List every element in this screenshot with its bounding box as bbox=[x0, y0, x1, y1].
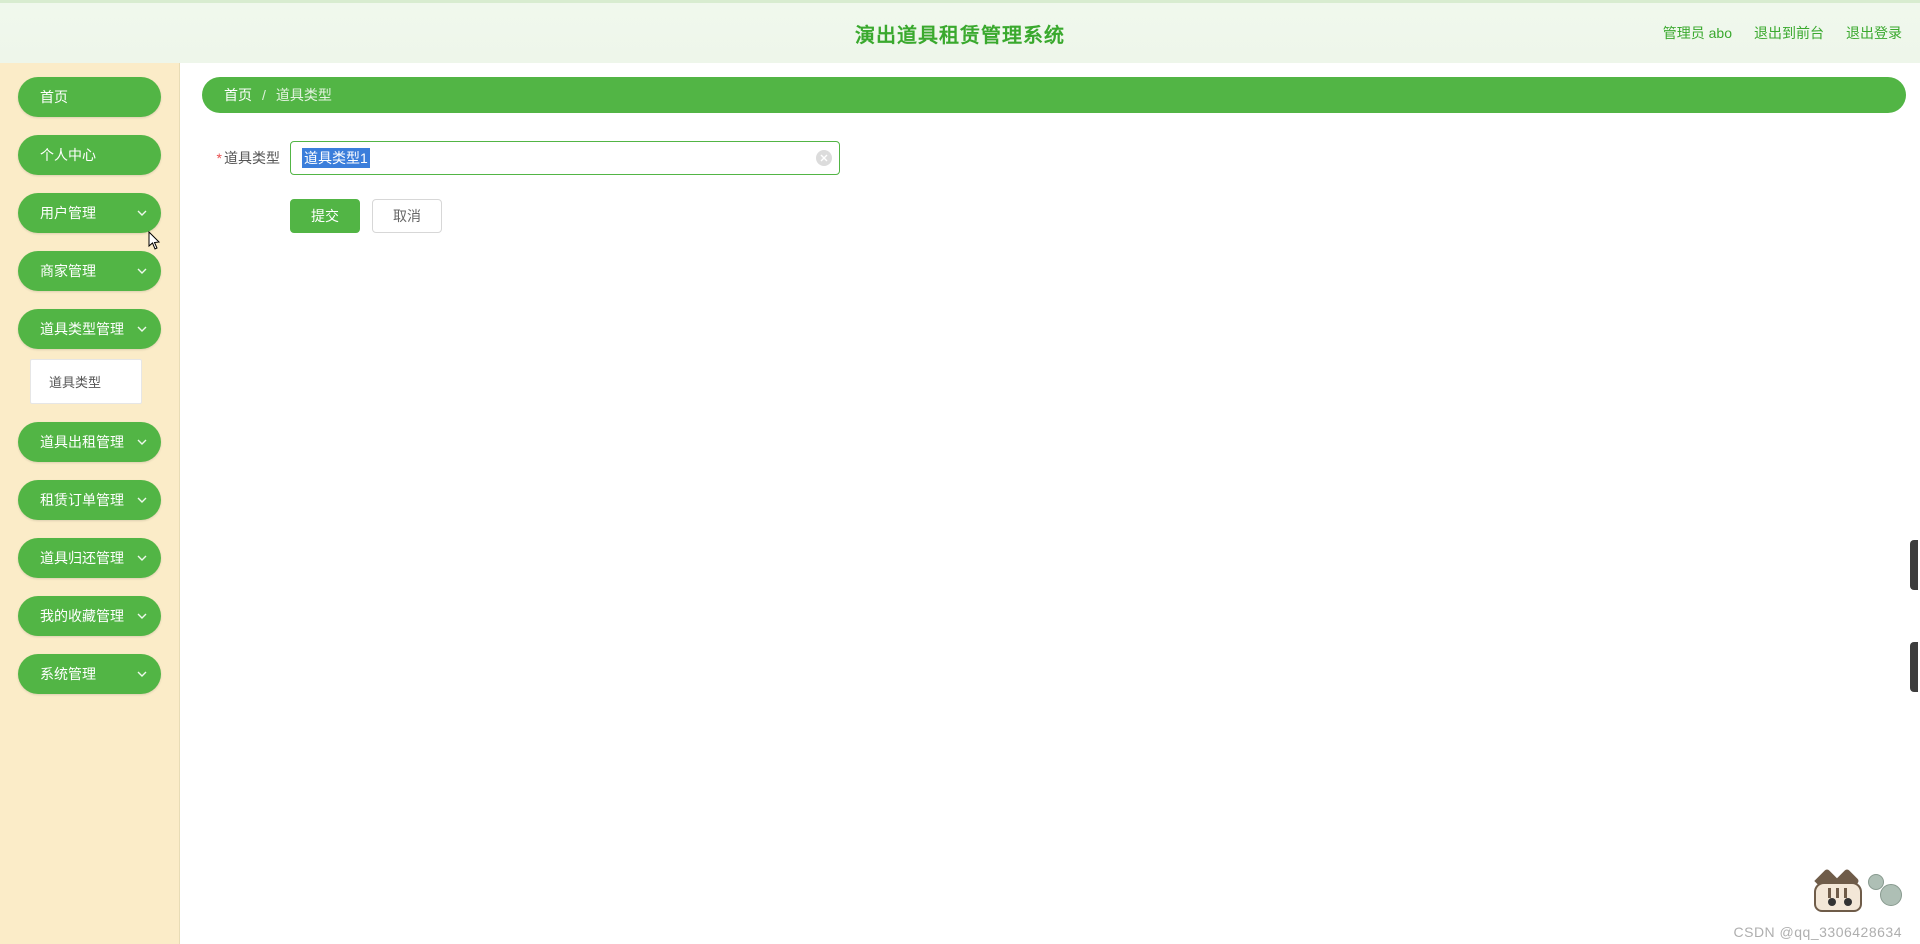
form-label-prop-type: * 道具类型 bbox=[208, 148, 280, 168]
sidebar-item-system[interactable]: 系统管理 bbox=[18, 654, 161, 694]
label-text: 道具类型 bbox=[224, 148, 280, 168]
sidebar-subpanel-prop-types: 道具类型 bbox=[30, 359, 142, 404]
breadcrumb: 首页 / 道具类型 bbox=[202, 77, 1906, 113]
watermark-text: CSDN @qq_3306428634 bbox=[1734, 924, 1903, 940]
sidebar-item-profile[interactable]: 个人中心 bbox=[18, 135, 161, 175]
form-buttons: 提交 取消 bbox=[290, 199, 1906, 233]
rail-handle[interactable] bbox=[1910, 642, 1918, 692]
required-mark: * bbox=[217, 150, 222, 166]
breadcrumb-current: 道具类型 bbox=[276, 85, 332, 105]
to-front-link[interactable]: 退出到前台 bbox=[1754, 23, 1824, 43]
header-right: 管理员 abo 退出到前台 退出登录 bbox=[1663, 23, 1902, 43]
sidebar-item-label: 用户管理 bbox=[40, 203, 96, 223]
chevron-down-icon bbox=[137, 611, 147, 621]
sidebar-item-label: 道具类型管理 bbox=[40, 319, 124, 339]
sidebar: 首页 个人中心 用户管理 商家管理 道具类型管理 道具类型 道具出租管理 bbox=[0, 63, 180, 944]
breadcrumb-home[interactable]: 首页 bbox=[224, 85, 252, 105]
breadcrumb-separator: / bbox=[262, 87, 266, 103]
clear-icon[interactable] bbox=[816, 150, 832, 166]
floating-widget: CSDN @qq_3306428634 bbox=[1734, 878, 1903, 940]
sidebar-item-returns[interactable]: 道具归还管理 bbox=[18, 538, 161, 578]
chevron-down-icon bbox=[137, 266, 147, 276]
sidebar-item-label: 首页 bbox=[40, 87, 68, 107]
chevron-down-icon bbox=[137, 553, 147, 563]
sidebar-item-merchants[interactable]: 商家管理 bbox=[18, 251, 161, 291]
sidebar-subitem-prop-type[interactable]: 道具类型 bbox=[31, 366, 141, 397]
sidebar-item-label: 系统管理 bbox=[40, 664, 96, 684]
sidebar-item-orders[interactable]: 租赁订单管理 bbox=[18, 480, 161, 520]
cancel-button[interactable]: 取消 bbox=[372, 199, 442, 233]
prop-type-input[interactable] bbox=[290, 141, 840, 175]
mascot-icon bbox=[1812, 878, 1902, 926]
user-link[interactable]: 管理员 abo bbox=[1663, 23, 1732, 43]
sidebar-item-favorites[interactable]: 我的收藏管理 bbox=[18, 596, 161, 636]
app-title: 演出道具租赁管理系统 bbox=[855, 19, 1065, 48]
chevron-down-icon bbox=[137, 324, 147, 334]
rail-handle[interactable] bbox=[1910, 540, 1918, 590]
form: * 道具类型 道具类型1 提交 取消 bbox=[202, 141, 1906, 233]
sidebar-item-users[interactable]: 用户管理 bbox=[18, 193, 161, 233]
sidebar-item-prop-types[interactable]: 道具类型管理 bbox=[18, 309, 161, 349]
cursor-icon bbox=[146, 231, 164, 253]
chevron-down-icon bbox=[137, 208, 147, 218]
sidebar-item-rentals[interactable]: 道具出租管理 bbox=[18, 422, 161, 462]
form-row-prop-type: * 道具类型 道具类型1 bbox=[208, 141, 1906, 175]
main-content: 首页 / 道具类型 * 道具类型 道具类型1 bbox=[180, 63, 1920, 944]
right-rail bbox=[1910, 540, 1920, 692]
sidebar-item-label: 租赁订单管理 bbox=[40, 490, 124, 510]
sidebar-item-label: 道具归还管理 bbox=[40, 548, 124, 568]
sidebar-item-label: 个人中心 bbox=[40, 145, 96, 165]
submit-button[interactable]: 提交 bbox=[290, 199, 360, 233]
input-wrap-prop-type: 道具类型1 bbox=[290, 141, 840, 175]
chevron-down-icon bbox=[137, 669, 147, 679]
chevron-down-icon bbox=[137, 437, 147, 447]
sidebar-item-home[interactable]: 首页 bbox=[18, 77, 161, 117]
sidebar-item-label: 道具出租管理 bbox=[40, 432, 124, 452]
logout-link[interactable]: 退出登录 bbox=[1846, 23, 1902, 43]
sidebar-item-label: 商家管理 bbox=[40, 261, 96, 281]
chevron-down-icon bbox=[137, 495, 147, 505]
sidebar-item-label: 我的收藏管理 bbox=[40, 606, 124, 626]
header-bar: 演出道具租赁管理系统 管理员 abo 退出到前台 退出登录 bbox=[0, 0, 1920, 63]
